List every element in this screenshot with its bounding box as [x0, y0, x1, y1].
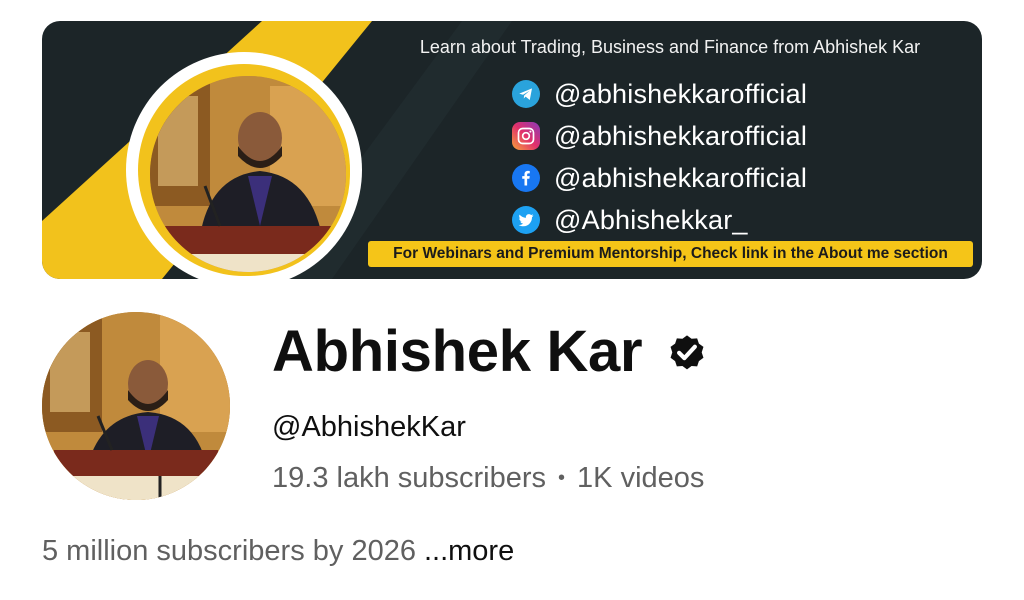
stats-separator: •: [558, 467, 566, 489]
verified-check-icon: [670, 334, 704, 369]
channel-avatar[interactable]: [42, 312, 230, 500]
description-text: 5 million subscribers by 2026: [42, 535, 416, 567]
social-row-facebook[interactable]: @abhishekkarofficial: [512, 157, 807, 199]
banner-speaker-photo: [146, 72, 350, 276]
instagram-icon: [512, 122, 540, 150]
social-handle-twitter: @Abhishekkar_: [554, 204, 748, 235]
social-handles-list: @abhishekkarofficial @abhishekkarofficia…: [512, 73, 807, 241]
social-handle-instagram: @abhishekkarofficial: [554, 120, 808, 151]
channel-stats: 19.3 lakh subscribers • 1K videos: [272, 462, 704, 495]
channel-title-row: Abhishek Kar: [272, 318, 708, 385]
telegram-icon: [512, 80, 540, 108]
channel-handle: @AbhishekKar: [272, 411, 466, 443]
social-row-twitter[interactable]: @Abhishekkar_: [512, 199, 807, 241]
banner-tagline: Learn about Trading, Business and Financ…: [419, 37, 921, 57]
twitter-icon: [512, 206, 540, 234]
social-handle-facebook: @abhishekkarofficial: [554, 162, 808, 193]
channel-name: Abhishek Kar: [272, 319, 643, 384]
banner-cta-strip: For Webinars and Premium Mentorship, Che…: [368, 241, 973, 267]
more-link[interactable]: ...more: [424, 535, 514, 567]
channel-description[interactable]: 5 million subscribers by 2026 ...more: [42, 535, 514, 568]
video-count: 1K videos: [577, 462, 705, 494]
social-handle-telegram: @abhishekkarofficial: [554, 78, 808, 109]
social-row-telegram[interactable]: @abhishekkarofficial: [512, 73, 807, 115]
social-row-instagram[interactable]: @abhishekkarofficial: [512, 115, 807, 157]
subscriber-count: 19.3 lakh subscribers: [272, 462, 547, 494]
channel-banner: Learn about Trading, Business and Financ…: [42, 21, 982, 279]
facebook-icon: [512, 164, 540, 192]
